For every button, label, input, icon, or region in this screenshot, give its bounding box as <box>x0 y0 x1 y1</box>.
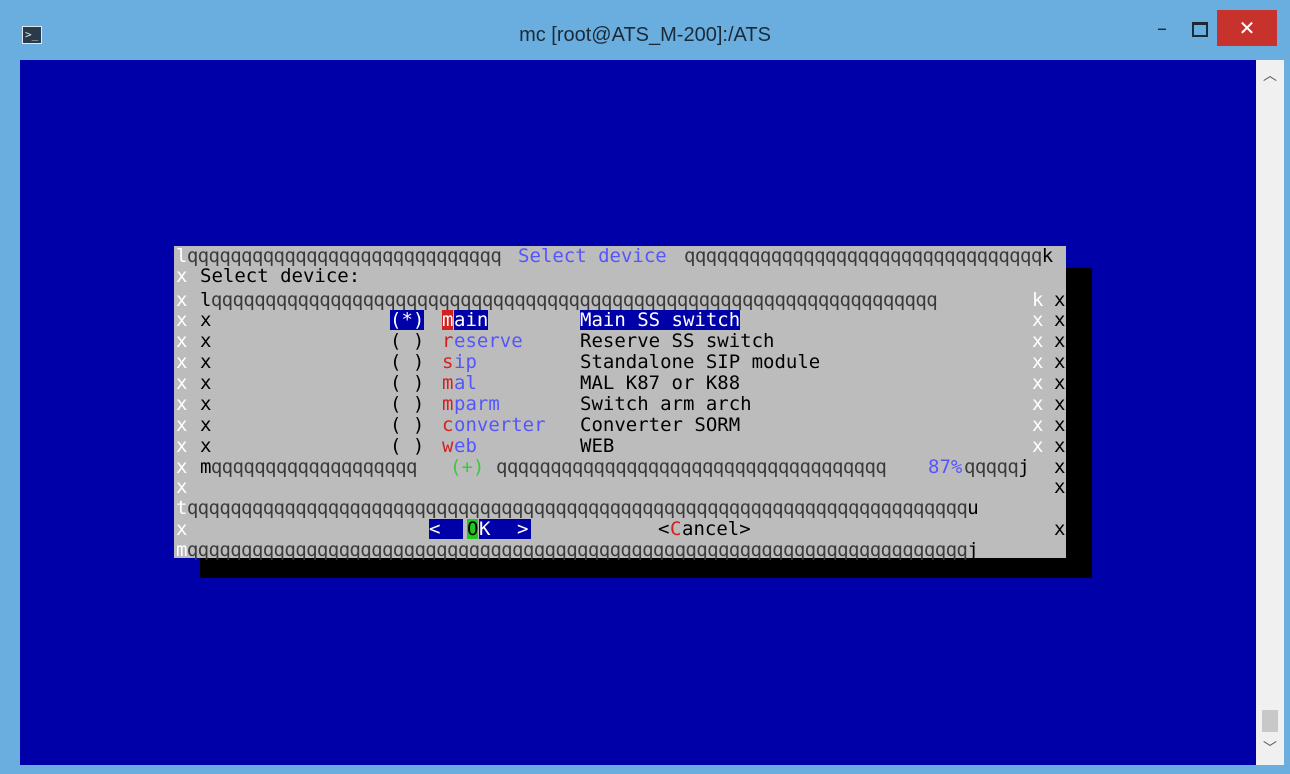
listbox-left-x: x <box>200 309 212 331</box>
frame-left-x: x <box>176 289 188 311</box>
frame-right-x: x <box>1054 309 1066 331</box>
frame-right-x: x <box>1054 289 1066 311</box>
radio-description: MAL K87 or K88 <box>580 372 741 394</box>
frame-right-x: x <box>1054 456 1066 478</box>
dialog-shadow-bottom <box>200 558 1092 578</box>
frame-left-x: x <box>176 309 188 331</box>
radio-label: eb <box>454 435 477 457</box>
listbox-frame-top: lqqqqqqqqqqqqqqqqqqqqqqqqqqqqqqqqqqqqqqq… <box>200 289 938 311</box>
radio-mark[interactable]: ( ) <box>390 415 424 435</box>
scroll-percent: 87% <box>928 456 963 478</box>
radio-hotkey: m <box>442 372 454 394</box>
scroll-thumb[interactable] <box>1262 710 1278 732</box>
listbox-left-x: x <box>200 330 212 352</box>
listbox-frame-bottom-left: mqqqqqqqqqqqqqqqqqqq <box>200 456 417 478</box>
frame-bottom: mqqqqqqqqqqqqqqqqqqqqqqqqqqqqqqqqqqqqqqq… <box>176 539 979 561</box>
cancel-button-left: < <box>658 518 670 540</box>
ok-button-hotkey: O <box>467 518 479 540</box>
terminal-window: >_ mc [root@ATS_M-200]:/ATS – ✕ lqqqqqqq… <box>0 0 1290 774</box>
frame-left-x: x <box>176 518 188 540</box>
frame-right-x: x <box>1054 393 1066 415</box>
radio-hotkey: m <box>442 309 454 331</box>
listbox-frame-bottom-right: qqqqqj <box>964 456 1030 478</box>
dialog-title: Select device <box>518 245 667 267</box>
select-device-dialog: lqqqqqqqqqqqqqqqqqqqqqqqqqqqqq Select de… <box>174 245 1066 561</box>
listbox-left-x: x <box>200 372 212 394</box>
radio-mark[interactable]: (*) <box>390 310 425 330</box>
radio-description: Reserve SS switch <box>580 330 775 352</box>
frame-top-left: lqqqqqqqqqqqqqqqqqqqqqqqqqqqqq <box>176 245 502 267</box>
radio-description: Converter SORM <box>580 414 741 436</box>
radio-hotkey: c <box>442 414 454 436</box>
frame-left-x: x <box>176 435 188 457</box>
radio-hotkey: w <box>442 435 454 457</box>
terminal-screen[interactable]: lqqqqqqqqqqqqqqqqqqqqqqqqqqqqq Select de… <box>20 60 1256 765</box>
listbox-right-x: x <box>1032 372 1044 394</box>
radio-label: ip <box>454 351 477 373</box>
dialog-shadow-right <box>1066 268 1092 578</box>
radio-description: WEB <box>580 435 615 457</box>
frame-right-x: x <box>1054 435 1066 457</box>
frame-right-x: x <box>1054 330 1066 352</box>
frame-left-x: x <box>176 372 188 394</box>
frame-left-x: x <box>176 456 188 478</box>
vertical-scrollbar[interactable]: ︿ ﹀ <box>1256 60 1284 765</box>
radio-description: Switch arm arch <box>580 393 752 415</box>
frame-left-x: x <box>176 265 188 287</box>
title-bar[interactable]: >_ mc [root@ATS_M-200]:/ATS – ✕ <box>0 0 1290 60</box>
radio-mark[interactable]: ( ) <box>390 373 424 393</box>
radio-mark[interactable]: ( ) <box>390 436 424 456</box>
chevron-down-icon[interactable]: ﹀ <box>1256 735 1284 763</box>
frame-left-x: x <box>176 476 188 498</box>
radio-hotkey: m <box>442 393 454 415</box>
cancel-button-hotkey: C <box>670 518 682 540</box>
listbox-frame-bottom-mid: qqqqqqqqqqqqqqqqqqqqqqqqqqqqqqqqqqqq <box>496 456 887 478</box>
frame-left-x: x <box>176 393 188 415</box>
radio-hotkey: r <box>442 330 454 352</box>
radio-mark[interactable]: ( ) <box>390 352 424 372</box>
listbox-left-x: x <box>200 435 212 457</box>
dialog-prompt: Select device: <box>200 265 361 287</box>
listbox-right-x: x <box>1032 393 1044 415</box>
radio-label: parm <box>454 393 500 415</box>
frame-left-x: x <box>176 330 188 352</box>
window-title: mc [root@ATS_M-200]:/ATS <box>519 24 771 46</box>
frame-left-x: x <box>176 414 188 436</box>
listbox-left-x: x <box>200 351 212 373</box>
radio-mark[interactable]: ( ) <box>390 394 424 414</box>
maximize-button[interactable] <box>1178 16 1222 48</box>
frame-right-x: x <box>1054 476 1066 498</box>
ok-button-right: > <box>517 519 531 539</box>
radio-description: Main SS switch <box>580 309 741 331</box>
button-separator: tqqqqqqqqqqqqqqqqqqqqqqqqqqqqqqqqqqqqqqq… <box>176 497 979 519</box>
listbox-right-x: x <box>1032 435 1044 457</box>
close-button[interactable]: ✕ <box>1217 10 1277 46</box>
radio-mark[interactable]: ( ) <box>390 331 424 351</box>
frame-right-x: x <box>1054 351 1066 373</box>
chevron-up-icon[interactable]: ︿ <box>1256 62 1284 90</box>
frame-top-right: qqqqqqqqqqqqqqqqqqqqqqqqqqqqqqqqqk <box>684 245 1053 267</box>
listbox-right-x: x <box>1032 330 1044 352</box>
listbox-right-x: x <box>1032 351 1044 373</box>
radio-label: al <box>454 372 477 394</box>
listbox-left-x: x <box>200 393 212 415</box>
radio-hotkey: s <box>442 351 454 373</box>
cancel-button-label: ancel> <box>682 518 751 540</box>
scroll-marker: (+) <box>450 456 485 478</box>
radio-description: Standalone SIP module <box>580 351 821 373</box>
frame-right-x: x <box>1054 518 1066 540</box>
listbox-right-x: x <box>1032 309 1044 331</box>
maximize-icon <box>1192 22 1208 37</box>
ok-button-left: < <box>429 519 463 539</box>
radio-label: ain <box>454 309 489 331</box>
listbox-right-x: x <box>1032 414 1044 436</box>
listbox-frame-corner: k <box>1032 289 1044 311</box>
frame-right-x: x <box>1054 372 1066 394</box>
frame-right-x: x <box>1054 414 1066 436</box>
radio-label: eserve <box>454 330 523 352</box>
ok-button-label: K <box>479 519 519 539</box>
radio-label: onverter <box>454 414 546 436</box>
frame-left-x: x <box>176 351 188 373</box>
listbox-left-x: x <box>200 414 212 436</box>
